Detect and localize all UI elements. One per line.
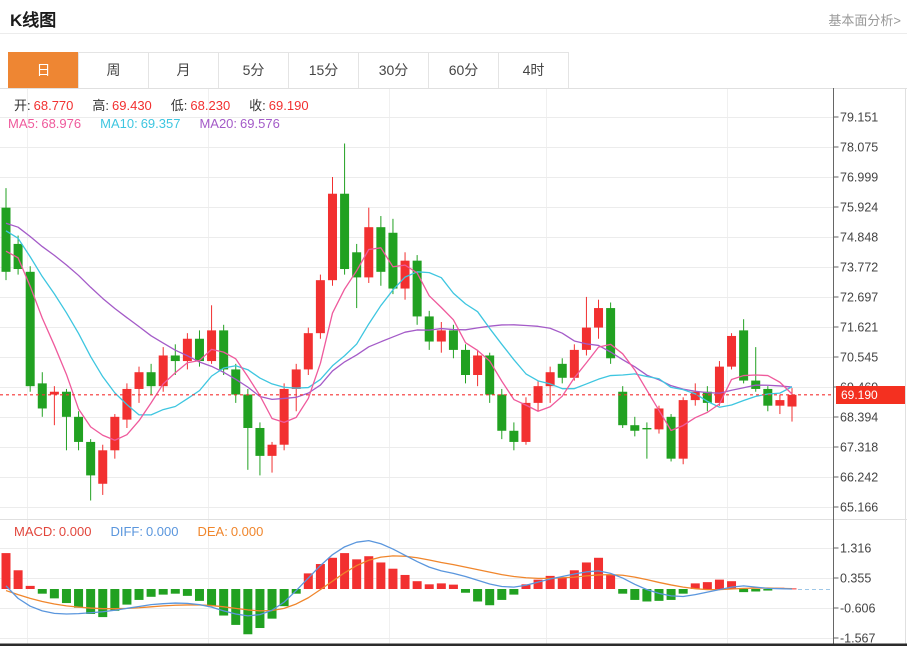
ohlc-line-close-label: 收:: [249, 98, 266, 113]
ohlc-line-open-value: 68.770: [34, 98, 74, 113]
ohlc-readout: 开:68.770 高:69.430 低:68.230 收:69.190: [14, 95, 328, 114]
kline-chart-area: 79.151 78.075 76.999 75.924 74.848 73.772 72.6…: [0, 88, 907, 648]
macd-readout: MACD:0.000DIFF:0.000DEA:0.000: [14, 524, 282, 539]
svg-text:74.848: 74.848: [840, 231, 878, 245]
tab-month[interactable]: 月: [148, 52, 219, 89]
svg-text:79.151: 79.151: [840, 111, 878, 125]
chart-canvas[interactable]: 79.151 78.075 76.999 75.924 74.848 73.772 72.6…: [0, 88, 907, 648]
macd-line-dea-label: DEA:: [197, 524, 227, 539]
tab-5min[interactable]: 5分: [218, 52, 289, 89]
tab-60min[interactable]: 60分: [428, 52, 499, 89]
kline-page: K线图 基本面分析> 日周月5分15分30分60分4时 79.151 78.075…: [0, 0, 907, 648]
tab-day[interactable]: 日: [8, 52, 79, 89]
ma-line-ma20-label: MA20:: [199, 116, 237, 131]
tab-week[interactable]: 周: [78, 52, 149, 89]
ma-line-ma5-label: MA5:: [8, 116, 38, 131]
tab-15min[interactable]: 15分: [288, 52, 359, 89]
svg-text:66.242: 66.242: [840, 471, 878, 485]
page-title: K线图: [10, 6, 56, 31]
macd-line-macd-value: 0.000: [59, 524, 92, 539]
ma-line-ma10-label: MA10:: [100, 116, 138, 131]
svg-text:75.924: 75.924: [840, 201, 878, 215]
svg-text:72.697: 72.697: [840, 291, 878, 305]
svg-text:0.355: 0.355: [840, 572, 871, 586]
svg-text:-1.567: -1.567: [840, 632, 875, 646]
current-price-badge: 69.190: [836, 386, 905, 404]
tab-30min[interactable]: 30分: [358, 52, 429, 89]
ohlc-line-open-label: 开:: [14, 98, 31, 113]
macd-line-macd-label: MACD:: [14, 524, 56, 539]
ohlc-line-low-value: 68.230: [190, 98, 230, 113]
ma-line-ma10-value: 69.357: [141, 116, 181, 131]
macd-line-diff-label: DIFF:: [110, 524, 143, 539]
ohlc-line-high-value: 69.430: [112, 98, 152, 113]
ohlc-line-close-value: 69.190: [269, 98, 309, 113]
ma-readout: MA5:68.976 MA10:69.357 MA20:69.576: [8, 116, 299, 131]
ohlc-line-low-label: 低:: [171, 98, 188, 113]
timeframe-tabs: 日周月5分15分30分60分4时: [8, 52, 569, 89]
svg-text:78.075: 78.075: [840, 141, 878, 155]
page-header: K线图 基本面分析>: [0, 0, 907, 34]
macd-line-dea-value: 0.000: [231, 524, 264, 539]
svg-text:67.318: 67.318: [840, 441, 878, 455]
svg-text:70.545: 70.545: [840, 351, 878, 365]
svg-text:68.394: 68.394: [840, 411, 878, 425]
fundamental-analysis-link[interactable]: 基本面分析>: [828, 10, 901, 29]
ma-line-ma20-value: 69.576: [240, 116, 280, 131]
tab-4hour[interactable]: 4时: [498, 52, 569, 89]
macd-line-diff-value: 0.000: [146, 524, 179, 539]
svg-text:1.316: 1.316: [840, 542, 871, 556]
svg-text:71.621: 71.621: [840, 321, 878, 335]
svg-text:65.166: 65.166: [840, 501, 878, 515]
ma-line-ma5-value: 68.976: [41, 116, 81, 131]
ohlc-line-high-label: 高:: [92, 98, 109, 113]
svg-text:73.772: 73.772: [840, 261, 878, 275]
svg-text:76.999: 76.999: [840, 171, 878, 185]
svg-text:-0.606: -0.606: [840, 602, 875, 616]
